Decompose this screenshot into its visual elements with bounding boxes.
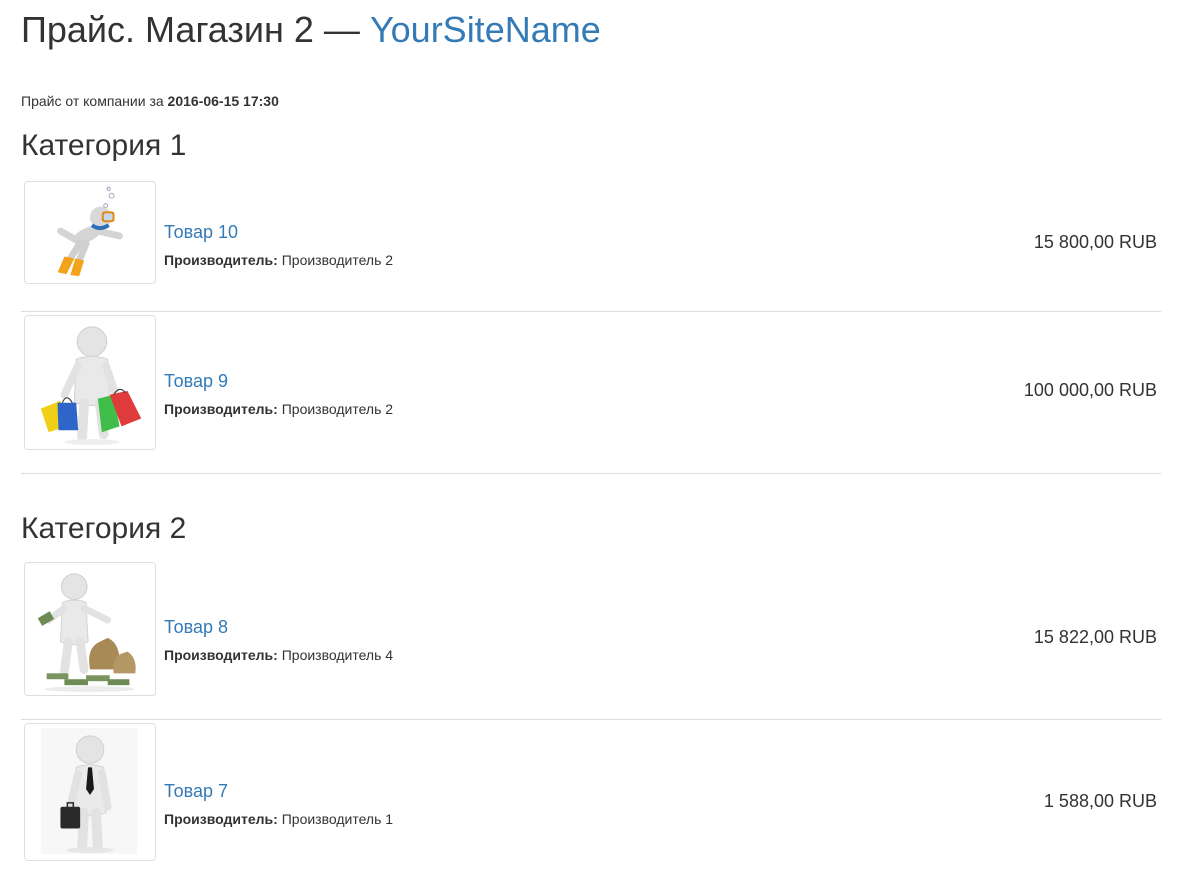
product-price: 15 822,00 RUB — [1033, 627, 1157, 647]
price-intro-text: Прайс от компании за — [21, 93, 164, 109]
product-maker: Производитель: Производитель 2 — [164, 251, 393, 269]
product-row: Товар 8 Производитель: Производитель 4 1… — [21, 557, 1161, 720]
diver-figure-icon[interactable] — [24, 181, 156, 284]
product-name-link[interactable]: Товар 7 — [164, 780, 393, 802]
product-info: Товар 9 Производитель: Производитель 2 — [164, 370, 393, 418]
product-name-link[interactable]: Товар 8 — [164, 616, 393, 638]
product-name-link[interactable]: Товар 10 — [164, 221, 393, 243]
maker-value: Производитель 2 — [281, 401, 394, 417]
maker-label: Производитель: — [164, 811, 278, 827]
maker-label: Производитель: — [164, 252, 278, 268]
product-price: 1 588,00 RUB — [1043, 791, 1157, 811]
product-name-link[interactable]: Товар 9 — [164, 370, 393, 392]
businessman-figure-icon[interactable] — [24, 723, 156, 861]
shopping-figure-icon[interactable] — [24, 315, 156, 450]
maker-value: Производитель 4 — [281, 647, 394, 663]
product-info: Товар 10 Производитель: Производитель 2 — [164, 221, 393, 269]
site-name-link[interactable]: YourSiteName — [370, 9, 601, 50]
category-title: Категория 1 — [21, 129, 187, 162]
product-maker: Производитель: Производитель 4 — [164, 646, 393, 664]
product-info: Товар 7 Производитель: Производитель 1 — [164, 780, 393, 828]
maker-label: Производитель: — [164, 647, 278, 663]
maker-value: Производитель 1 — [281, 811, 394, 827]
page-title: Прайс. Магазин 2 — YourSiteName — [21, 8, 601, 52]
money-bags-figure-icon[interactable] — [24, 562, 156, 696]
page-title-text: Прайс. Магазин 2 — — [21, 9, 370, 50]
product-row: Товар 10 Производитель: Производитель 2 … — [21, 174, 1161, 312]
product-maker: Производитель: Производитель 2 — [164, 400, 393, 418]
price-date: 2016-06-15 17:30 — [167, 93, 279, 109]
maker-value: Производитель 2 — [281, 252, 394, 268]
product-row: Товар 9 Производитель: Производитель 2 1… — [21, 311, 1161, 474]
category-title: Категория 2 — [21, 512, 187, 545]
product-info: Товар 8 Производитель: Производитель 4 — [164, 616, 393, 664]
price-list-page: Прайс. Магазин 2 — YourSiteName Прайс от… — [0, 0, 1198, 882]
product-price: 15 800,00 RUB — [1033, 232, 1157, 252]
maker-label: Производитель: — [164, 401, 278, 417]
price-date-line: Прайс от компании за 2016-06-15 17:30 — [21, 92, 279, 110]
product-maker: Производитель: Производитель 1 — [164, 810, 393, 828]
product-price: 100 000,00 RUB — [1023, 380, 1157, 400]
product-row: Товар 7 Производитель: Производитель 1 1… — [21, 719, 1161, 882]
